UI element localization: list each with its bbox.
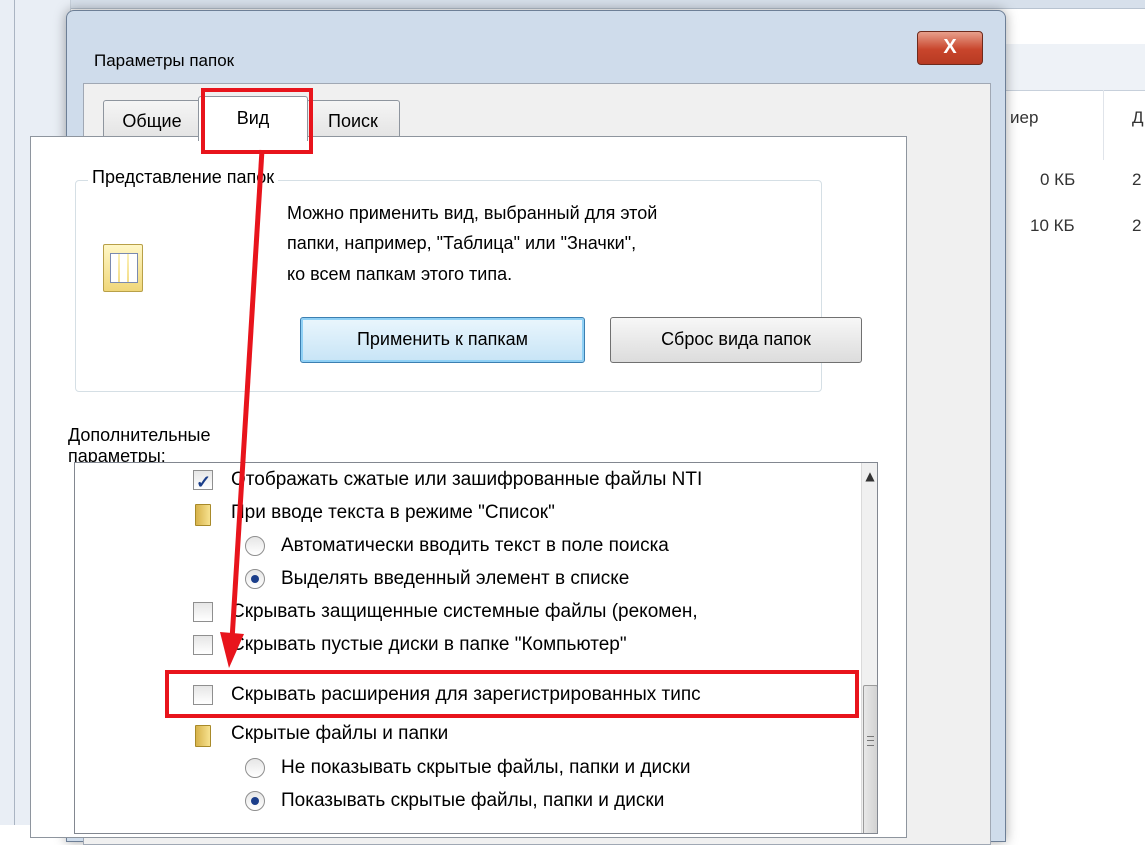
folder-views-description: папки, например, "Таблица" или "Значки", xyxy=(287,233,637,253)
list-item-label: Скрывать расширения для зарегистрированн… xyxy=(231,684,701,705)
background-column-header xyxy=(1005,44,1145,91)
tab-label: Вид xyxy=(236,108,270,128)
background-row-size: 10 КБ xyxy=(1030,216,1075,235)
close-button[interactable]: X xyxy=(917,31,983,65)
list-item-label: Скрывать защищенные системные файлы (рек… xyxy=(231,601,698,622)
list-item-label: Не показывать скрытые файлы, папки и дис… xyxy=(281,757,691,778)
radio-button[interactable] xyxy=(245,791,265,811)
checkbox[interactable] xyxy=(193,635,213,655)
background-window-frame xyxy=(0,0,1145,9)
button-label: Применить к папкам xyxy=(356,329,529,349)
list-item-label: Выделять введенный элемент в списке xyxy=(281,568,630,589)
folder-views-description: Можно применить вид, выбранный для этой xyxy=(287,203,658,223)
list-item-label: При вводе текста в режиме "Список" xyxy=(231,502,555,523)
dialog-title: Параметры папок xyxy=(94,51,235,70)
background-column-separator xyxy=(1103,90,1104,160)
background-row-date: 2 xyxy=(1132,216,1142,235)
background-row-size: 0 КБ xyxy=(1040,170,1076,189)
folder-icon xyxy=(195,504,211,526)
list-item-label: Скрытые файлы и папки xyxy=(231,723,449,744)
list-item-label: Отображать сжатые или зашифрованные файл… xyxy=(231,469,703,490)
list-item-label: Скрывать пустые диски в папке "Компьютер… xyxy=(231,634,627,655)
tab-search[interactable]: Поиск xyxy=(306,100,400,141)
button-label: Сброс вида папок xyxy=(661,329,811,349)
scroll-up-arrow-icon[interactable]: ▲ xyxy=(862,469,877,489)
tab-label: Общие xyxy=(122,111,182,131)
close-icon: X xyxy=(943,36,957,58)
background-col-date-header[interactable]: Д xyxy=(1132,108,1144,128)
checkbox[interactable] xyxy=(193,602,213,622)
folder-views-caption: Представление папок xyxy=(88,167,279,188)
list-item-label: Автоматически вводить текст в поле поиск… xyxy=(281,535,669,556)
list-item-label: Показывать скрытые файлы, папки и диски xyxy=(281,790,665,811)
checkbox[interactable] xyxy=(193,467,213,497)
advanced-settings-label: Дополнительные параметры: xyxy=(68,425,211,466)
checkbox[interactable] xyxy=(193,685,213,705)
folder-views-description: ко всем папкам этого типа. xyxy=(287,264,513,284)
background-window-border xyxy=(14,0,15,825)
tab-view[interactable]: Вид xyxy=(198,96,308,141)
radio-button[interactable] xyxy=(245,569,265,589)
list-scrollbar[interactable]: ▲ xyxy=(861,463,877,833)
advanced-settings-list[interactable]: Отображать сжатые или зашифрованные файл… xyxy=(74,462,878,834)
background-col-size-header[interactable]: иер xyxy=(1010,108,1038,128)
tab-label: Поиск xyxy=(328,111,378,131)
radio-button[interactable] xyxy=(245,758,265,778)
apply-to-folders-button[interactable]: Применить к папкам xyxy=(300,317,585,363)
radio-button[interactable] xyxy=(245,536,265,556)
scroll-thumb[interactable] xyxy=(863,685,877,833)
folder-icon xyxy=(195,725,211,747)
grip-icon xyxy=(867,736,874,746)
tab-general[interactable]: Общие xyxy=(103,100,201,141)
folder-view-icon xyxy=(103,244,143,292)
background-row-date: 2 xyxy=(1132,170,1142,189)
reset-folders-button[interactable]: Сброс вида папок xyxy=(610,317,862,363)
